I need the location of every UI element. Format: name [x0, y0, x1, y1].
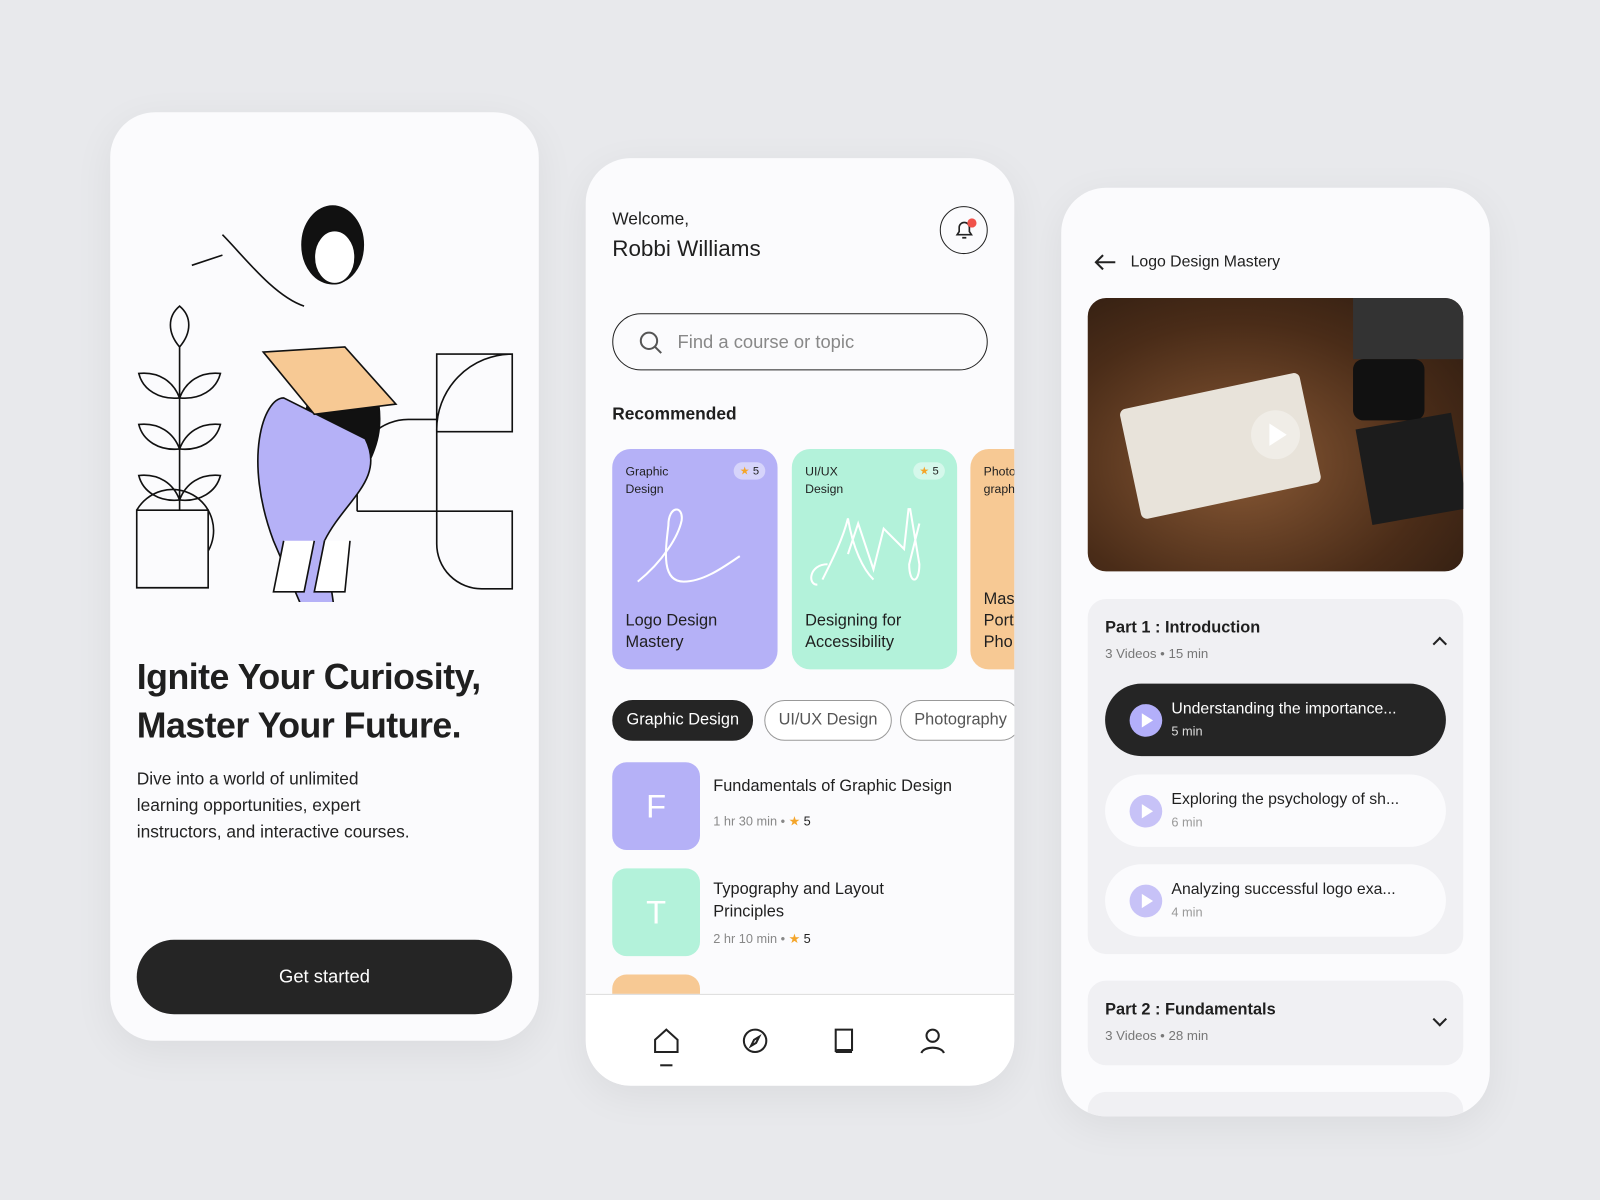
- bottom-nav: [585, 993, 1015, 1086]
- play-icon: [1129, 884, 1163, 918]
- course-list-item[interactable]: T Typography and Layout Principles 2 hr …: [612, 868, 990, 957]
- chip-graphic-design[interactable]: Graphic Design: [612, 699, 754, 741]
- notification-dot: [967, 218, 977, 228]
- notification-button[interactable]: [939, 206, 988, 255]
- headline-line: Ignite Your Curiosity,: [136, 657, 481, 697]
- section-meta: 3 Videos • 15 min: [1105, 645, 1209, 662]
- illustration-woman-laptop: [135, 205, 514, 603]
- star-icon: ★: [788, 814, 801, 829]
- notebook-image: [1355, 412, 1464, 526]
- recommended-heading: Recommended: [612, 404, 737, 424]
- course-meta: 2 hr 10 min • ★ 5: [713, 931, 811, 946]
- video-duration: 5 min: [1171, 724, 1203, 739]
- star-icon: ★: [919, 465, 930, 478]
- video-title: Analyzing successful logo exa...: [1171, 880, 1396, 898]
- section-part-1: Part 1 : Introduction 3 Videos • 15 min …: [1087, 598, 1464, 955]
- star-icon: ★: [788, 931, 801, 946]
- profile-icon[interactable]: [917, 1026, 948, 1057]
- search-icon: [639, 331, 662, 354]
- course-card[interactable]: UI/UX Design ★ 5 Designing for Accessibi…: [791, 448, 958, 670]
- chip-uiux-design[interactable]: UI/UX Design: [764, 699, 892, 741]
- play-button[interactable]: [1251, 410, 1300, 460]
- search-input[interactable]: Find a course or topic: [612, 313, 988, 371]
- section-title: Part 2 : Fundamentals: [1105, 1001, 1276, 1019]
- card-title: Logo Design Mastery: [625, 612, 718, 652]
- description-line: Dive into a world of unlimited: [136, 769, 359, 789]
- signature-sketch: [810, 508, 921, 586]
- card-title: Designing for Accessibility: [805, 612, 902, 652]
- video-title: Exploring the psychology of sh...: [1171, 790, 1400, 809]
- description: Dive into a world of unlimited learning …: [137, 766, 410, 846]
- section-title: Part 1 : Introduction: [1105, 619, 1261, 637]
- section-meta: 3 Videos • 28 min: [1105, 1027, 1209, 1043]
- rating-value: 5: [752, 465, 760, 478]
- card-title: Mas Port Pho: [983, 590, 1015, 652]
- star-icon: ★: [739, 465, 750, 478]
- video-player[interactable]: [1087, 297, 1464, 572]
- active-indicator: [660, 1064, 673, 1067]
- onboarding-screen: Ignite Your Curiosity, Master Your Futur…: [110, 112, 539, 1041]
- course-duration: 1 hr 30 min: [713, 814, 778, 829]
- video-item[interactable]: Understanding the importance... 5 min: [1105, 683, 1446, 757]
- course-rating: 5: [803, 814, 811, 829]
- rating-badge: ★ 5: [733, 462, 766, 480]
- camera-image: [1353, 359, 1425, 421]
- chip-photography[interactable]: Photography: [899, 699, 1015, 741]
- video-item[interactable]: Analyzing successful logo exa... 4 min: [1105, 864, 1446, 937]
- video-duration: 4 min: [1171, 905, 1203, 920]
- card-category: Graphic Design: [625, 464, 669, 496]
- description-line: instructors, and interactive courses.: [136, 822, 410, 842]
- course-card[interactable]: Photo graph Mas Port Pho: [970, 448, 1015, 670]
- headline: Ignite Your Curiosity, Master Your Futur…: [137, 653, 481, 751]
- chevron-down-icon[interactable]: [1432, 1012, 1447, 1027]
- user-name: Robbi Williams: [612, 235, 761, 262]
- section-part-2[interactable]: Part 2 : Fundamentals 3 Videos • 28 min: [1087, 980, 1464, 1066]
- laptop-image: [1353, 297, 1464, 360]
- video-item[interactable]: Exploring the psychology of sh... 6 min: [1105, 774, 1446, 847]
- course-duration: 2 hr 10 min: [713, 931, 778, 946]
- course-rating: 5: [803, 931, 811, 946]
- play-icon: [1269, 423, 1287, 446]
- play-icon: [1129, 704, 1163, 737]
- course-detail-screen: Logo Design Mastery Part 1 : Introductio…: [1061, 187, 1490, 1117]
- rating-value: 5: [932, 465, 939, 478]
- logo-sketch: [637, 508, 741, 583]
- course-thumb: F: [612, 762, 700, 850]
- detail-title: Logo Design Mastery: [1130, 253, 1281, 271]
- search-placeholder: Find a course or topic: [677, 331, 855, 353]
- card-category: UI/UX Design: [805, 464, 844, 496]
- compass-icon[interactable]: [740, 1026, 771, 1057]
- play-icon: [1129, 794, 1163, 828]
- card-category: Photo graph: [983, 464, 1015, 496]
- chevron-up-icon[interactable]: [1432, 636, 1447, 652]
- get-started-button[interactable]: Get started: [136, 939, 513, 1015]
- headline-line: Master Your Future.: [136, 706, 462, 746]
- course-list-item[interactable]: F Fundamentals of Graphic Design 1 hr 30…: [612, 762, 990, 850]
- home-screen: Welcome, Robbi Williams Find a course or…: [585, 158, 1015, 1086]
- section-part-3[interactable]: [1087, 1091, 1464, 1117]
- rating-badge: ★ 5: [913, 462, 945, 480]
- description-line: learning opportunities, expert: [136, 795, 361, 816]
- course-title: Typography and Layout Principles: [713, 880, 884, 921]
- home-icon[interactable]: [651, 1026, 682, 1057]
- course-meta: 1 hr 30 min • ★ 5: [713, 814, 811, 829]
- course-card[interactable]: Graphic Design ★ 5 Logo Design Mastery: [612, 448, 778, 670]
- course-thumb: T: [612, 868, 700, 957]
- video-title: Understanding the importance...: [1171, 699, 1397, 718]
- greeting: Welcome,: [612, 209, 690, 229]
- book-icon[interactable]: [829, 1026, 860, 1057]
- video-duration: 6 min: [1171, 815, 1203, 830]
- back-arrow-icon[interactable]: [1094, 253, 1116, 271]
- course-title: Fundamentals of Graphic Design: [713, 777, 952, 795]
